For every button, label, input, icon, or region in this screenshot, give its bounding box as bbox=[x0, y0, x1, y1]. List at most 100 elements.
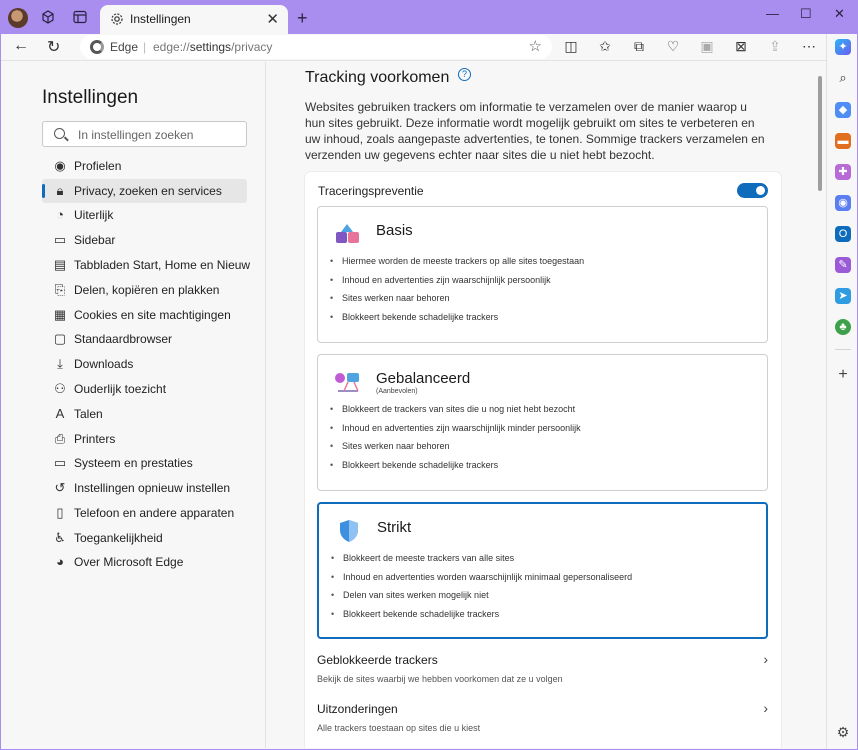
option-strikt[interactable]: Strikt Blokkeert de meeste trackers van … bbox=[317, 502, 768, 639]
languages-icon: A bbox=[55, 406, 65, 421]
tab-actions-icon[interactable] bbox=[72, 9, 88, 25]
sidebar-divider bbox=[835, 349, 851, 350]
outlook-icon[interactable]: O bbox=[835, 226, 851, 242]
tracking-prevention-card: Traceringspreventie Basis Hiermee worden… bbox=[305, 172, 781, 748]
profile-avatar[interactable] bbox=[8, 8, 28, 28]
download-icon: ⤓ bbox=[57, 356, 63, 371]
option-bullet: Blokkeert bekende schadelijke trackers bbox=[331, 609, 632, 628]
system-icon: ▭ bbox=[53, 455, 67, 470]
blocked-trackers-title: Geblokkeerde trackers bbox=[317, 653, 438, 667]
option-bullet: Sites werken naar behoren bbox=[330, 293, 584, 312]
sidebar-item-telefoon[interactable]: ▯ Telefoon en andere apparaten bbox=[42, 501, 247, 525]
edge-icon: ◕ bbox=[56, 554, 64, 569]
sidebar-item-label: Delen, kopiëren en plakken bbox=[74, 283, 220, 297]
designer-icon[interactable]: ✎ bbox=[835, 257, 851, 273]
balanced-icon bbox=[334, 369, 362, 395]
favorite-star-icon[interactable]: ☆ bbox=[529, 37, 542, 55]
tools-briefcase-icon[interactable]: ▬ bbox=[835, 133, 851, 149]
sidebar-item-systeem[interactable]: ▭ Systeem en prestaties bbox=[42, 451, 247, 475]
tab-settings[interactable]: Instellingen ✕ bbox=[100, 5, 288, 34]
option-title: Strikt bbox=[377, 519, 412, 536]
close-window-button[interactable]: ✕ bbox=[834, 6, 845, 22]
blocked-trackers-row[interactable]: Geblokkeerde trackers Bekijk de sites wa… bbox=[317, 651, 768, 693]
more-menu-icon[interactable]: ⋯ bbox=[800, 38, 818, 55]
extension-icon[interactable]: ▣ bbox=[698, 38, 716, 55]
sidebar-item-label: Uiterlijk bbox=[74, 208, 114, 222]
help-icon[interactable]: ? bbox=[458, 68, 471, 81]
main-scrollbar[interactable] bbox=[815, 62, 825, 748]
option-bullet: Blokkeert de meeste trackers van alle si… bbox=[331, 553, 632, 572]
sidebar-item-ouderlijk-toezicht[interactable]: ⚇ Ouderlijk toezicht bbox=[42, 377, 247, 401]
sidebar-item-privacy[interactable]: 🔒︎ Privacy, zoeken en services bbox=[42, 179, 247, 203]
maximize-button[interactable]: ☐ bbox=[800, 6, 812, 22]
settings-search-input[interactable]: In instellingen zoeken bbox=[42, 121, 247, 147]
url-prefix: edge:// bbox=[153, 40, 190, 54]
sidebar-item-standaardbrowser[interactable]: ▢ Standaardbrowser bbox=[42, 327, 247, 351]
browser-essentials-icon[interactable]: ♡ bbox=[664, 38, 682, 55]
sidebar-item-profielen[interactable]: ◉ Profielen bbox=[42, 154, 247, 178]
sidebar-item-label: Systeem en prestaties bbox=[74, 456, 193, 470]
sidebar-item-label: Telefoon en andere apparaten bbox=[74, 506, 235, 520]
scrollbar-thumb[interactable] bbox=[818, 76, 822, 191]
sidebar-item-downloads[interactable]: ⤓ Downloads bbox=[42, 352, 247, 376]
shopping-tag-icon[interactable]: ◆ bbox=[835, 102, 851, 118]
telegram-icon[interactable]: ➤ bbox=[835, 288, 851, 304]
url-suffix: /privacy bbox=[231, 40, 273, 54]
tabs-icon: ▤ bbox=[53, 257, 67, 272]
edge-logo-icon bbox=[90, 40, 104, 54]
collections-icon[interactable]: ⧉ bbox=[630, 38, 648, 55]
close-tab-icon[interactable]: ✕ bbox=[266, 10, 279, 28]
sidebar-item-label: Printers bbox=[74, 432, 116, 446]
screenshot-icon[interactable]: ⊠ bbox=[732, 38, 750, 55]
printer-icon: ⎙ bbox=[54, 431, 66, 446]
settings-gear-icon[interactable]: ⚙ bbox=[835, 724, 851, 740]
sidebar-item-cookies[interactable]: ▦ Cookies en site machtigingen bbox=[42, 303, 247, 327]
option-bullets: Blokkeert de meeste trackers van alle si… bbox=[331, 553, 632, 628]
games-icon[interactable]: ✚ bbox=[835, 164, 851, 180]
sidebar-item-label: Sidebar bbox=[74, 233, 116, 247]
exceptions-subtitle: Alle trackers toestaan op sites die u ki… bbox=[317, 723, 481, 733]
option-bullet: Inhoud en advertenties zijn waarschijnli… bbox=[330, 275, 584, 294]
sidebar-item-printers[interactable]: ⎙ Printers bbox=[42, 427, 247, 451]
tree-icon[interactable]: ♣ bbox=[835, 319, 851, 335]
favorites-icon[interactable]: ✩ bbox=[596, 38, 614, 55]
refresh-button[interactable]: ↻ bbox=[47, 37, 60, 57]
split-screen-icon[interactable]: ◫ bbox=[562, 38, 580, 55]
share-icon: ⎘ bbox=[54, 282, 66, 297]
tracking-prevention-label: Traceringspreventie bbox=[318, 184, 424, 198]
option-basis[interactable]: Basis Hiermee worden de meeste trackers … bbox=[317, 206, 768, 343]
option-bullet: Blokkeert bekende schadelijke trackers bbox=[330, 460, 581, 479]
sidebar-item-reset[interactable]: ↺ Instellingen opnieuw instellen bbox=[42, 476, 247, 500]
sidebar-item-tabbladen[interactable]: ▤ Tabbladen Start, Home en Nieuw bbox=[42, 253, 250, 277]
microsoft-365-icon[interactable]: ◉ bbox=[835, 195, 851, 211]
address-bar[interactable]: Edge | edge://settings/privacy ☆ bbox=[80, 35, 552, 59]
search-icon[interactable]: ⌕ bbox=[835, 70, 851, 86]
workspaces-icon[interactable] bbox=[40, 9, 56, 25]
browser-icon: ▢ bbox=[53, 331, 67, 346]
sidebar-item-talen[interactable]: A Talen bbox=[42, 402, 247, 426]
settings-main: Tracking voorkomen ? Websites gebruiken … bbox=[267, 62, 815, 748]
option-title: Gebalanceerd bbox=[376, 370, 471, 387]
sidebar-icon: ▭ bbox=[53, 232, 67, 247]
exceptions-row[interactable]: Uitzonderingen Alle trackers toestaan op… bbox=[317, 700, 768, 742]
sidebar-item-delen[interactable]: ⎘ Delen, kopiëren en plakken bbox=[42, 278, 247, 302]
settings-title: Instellingen bbox=[42, 87, 139, 108]
sidebar-item-uiterlijk[interactable]: ◔ Uiterlijk bbox=[42, 203, 247, 227]
copilot-icon[interactable]: ✦ bbox=[835, 39, 851, 55]
option-gebalanceerd[interactable]: Gebalanceerd (Aanbevolen) Blokkeert de t… bbox=[317, 354, 768, 491]
sidebar-item-over-edge[interactable]: ◕ Over Microsoft Edge bbox=[42, 550, 247, 574]
option-bullets: Blokkeert de trackers van sites die u no… bbox=[330, 404, 581, 479]
tracking-prevention-toggle[interactable] bbox=[737, 183, 768, 198]
sidebar-item-sidebar[interactable]: ▭ Sidebar bbox=[42, 228, 247, 252]
minimize-button[interactable]: — bbox=[766, 6, 779, 21]
basis-icon bbox=[334, 221, 362, 247]
reset-icon: ↺ bbox=[54, 480, 66, 495]
back-button[interactable]: ← bbox=[13, 37, 29, 55]
sidebar-item-label: Standaardbrowser bbox=[74, 332, 173, 346]
new-tab-button[interactable]: + bbox=[297, 8, 308, 29]
sidebar-item-toegankelijkheid[interactable]: ♿︎ Toegankelijkheid bbox=[42, 526, 247, 550]
add-icon[interactable]: + bbox=[835, 367, 851, 383]
family-icon: ⚇ bbox=[54, 381, 66, 396]
appearance-icon: ◔ bbox=[56, 207, 64, 222]
share-icon[interactable]: ⇪ bbox=[766, 38, 784, 55]
